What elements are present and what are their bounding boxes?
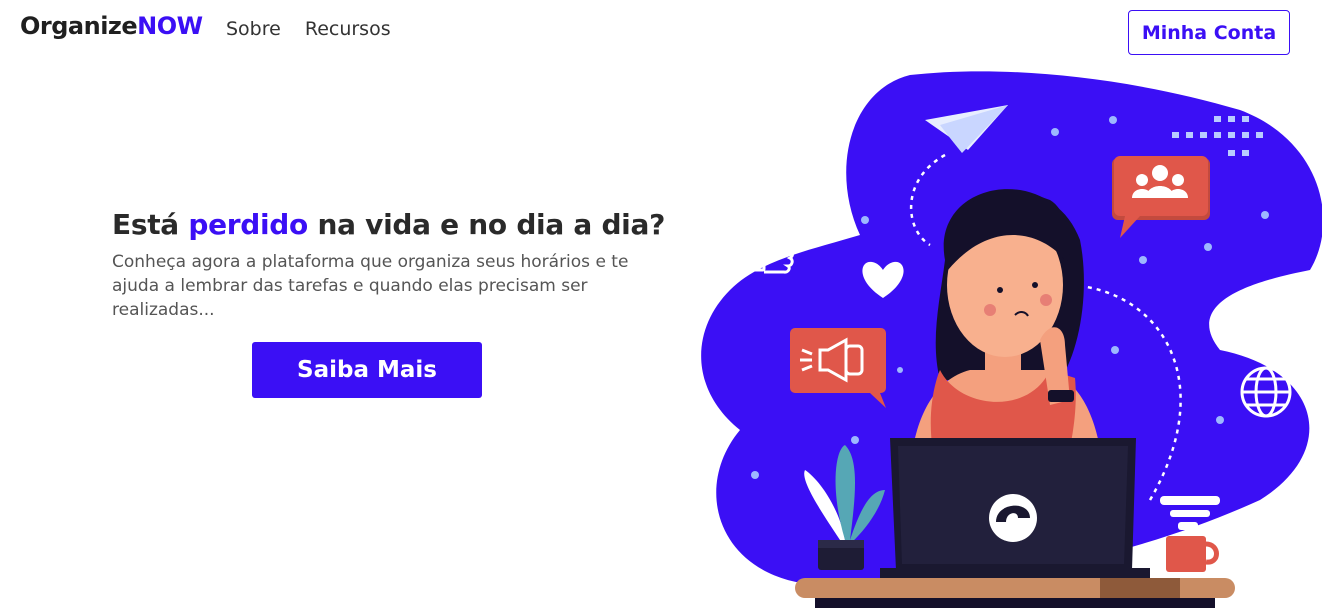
hero-title-end: na vida e no dia a dia? [308,208,666,241]
nav-item-sobre[interactable]: Sobre [226,18,281,40]
hero-section: Está perdido na vida e no dia a dia? Con… [112,208,672,322]
hero-title-highlight: perdido [188,208,308,241]
brand-part1: Organize [20,12,138,40]
laptop-icon [880,438,1150,578]
hero-description: Conheça agora a plataforma que organiza … [112,252,629,320]
saiba-mais-button[interactable]: Saiba Mais [252,342,482,398]
nav-item-recursos[interactable]: Recursos [305,18,391,40]
hero-illustration [701,71,1322,608]
header: OrganizeNOW Sobre Recursos Minha Conta [0,0,1322,60]
brand-logo[interactable]: OrganizeNOW [20,12,203,40]
hero-title-start: Está [112,208,189,241]
hero-title: Está perdido na vida e no dia a dia? [112,208,672,241]
my-account-button[interactable]: Minha Conta [1128,10,1290,55]
main-nav: Sobre Recursos [226,18,391,40]
brand-part2: NOW [137,12,203,40]
